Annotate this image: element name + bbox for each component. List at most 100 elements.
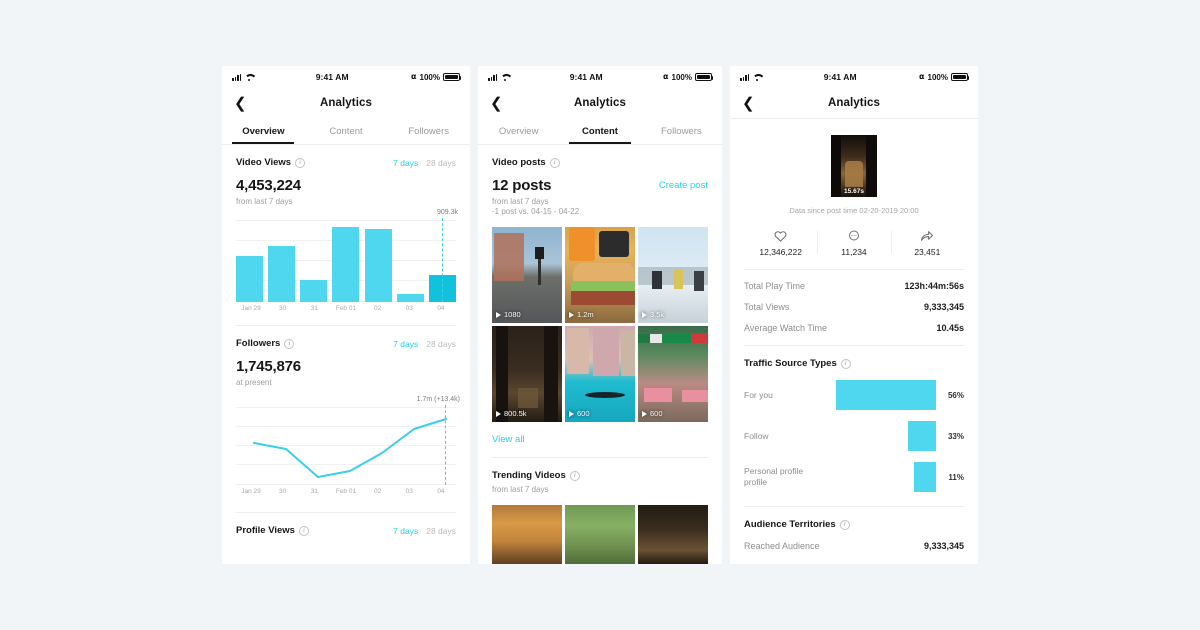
- trending-videos-title-group: Trending Videos i: [492, 470, 580, 481]
- profile-views-header: Profile Views i 7 days 28 days: [236, 513, 456, 536]
- audience-territories-title-group: Audience Territories i: [744, 519, 850, 530]
- x-tick-6: 04: [437, 305, 445, 312]
- range-28-days[interactable]: 28 days: [426, 339, 456, 349]
- trending-videos-grid: [492, 505, 708, 564]
- video-thumbnail[interactable]: 600: [638, 326, 708, 422]
- stat-value: 10.45s: [936, 323, 964, 333]
- x-tick-0: Jan 29: [241, 305, 261, 312]
- traffic-track: [816, 421, 936, 451]
- video-views-section: Video Views i 7 days 28 days 4,453,224 f…: [222, 145, 470, 327]
- x-tick-0: Jan 29: [241, 488, 261, 496]
- status-time: 9:41 AM: [823, 72, 857, 82]
- video-thumbnail[interactable]: 600: [565, 326, 635, 422]
- traffic-percent: 33%: [947, 431, 964, 441]
- engagement-comments[interactable]: 11,234: [817, 229, 890, 257]
- video-view-count: 3.5k: [650, 310, 665, 319]
- bar-03[interactable]: [396, 294, 424, 302]
- bar-02[interactable]: [364, 229, 392, 302]
- profile-views-title: Profile Views: [236, 525, 295, 537]
- trending-thumbnail[interactable]: [565, 505, 635, 564]
- traffic-row: Follow 33%: [744, 421, 964, 451]
- tab-followers[interactable]: Followers: [641, 118, 722, 144]
- tab-content[interactable]: Content: [559, 118, 640, 144]
- trending-videos-title: Trending Videos: [492, 470, 566, 481]
- post-thumbnail[interactable]: 15.67s: [831, 135, 877, 197]
- info-icon[interactable]: i: [284, 338, 295, 349]
- heart-icon: [744, 229, 817, 243]
- create-post-button[interactable]: Create post: [659, 180, 708, 191]
- range-7-days[interactable]: 7 days: [393, 158, 418, 168]
- cellular-signal-icon: [232, 73, 242, 81]
- tab-followers[interactable]: Followers: [387, 118, 470, 144]
- video-view-count-wrap: 800.5k: [496, 409, 527, 418]
- nav-bar: ❮ Analytics: [478, 88, 722, 118]
- video-views-value: 4,453,224: [236, 177, 301, 194]
- tab-content[interactable]: Content: [305, 118, 388, 144]
- tab-overview[interactable]: Overview: [478, 118, 559, 144]
- info-icon[interactable]: i: [840, 358, 851, 369]
- engagement-likes[interactable]: 12,346,222: [744, 229, 817, 257]
- video-grid: 1080 1.2m 3.5k 800.5k 600 600: [492, 227, 708, 422]
- info-icon[interactable]: i: [569, 470, 580, 481]
- range-28-days[interactable]: 28 days: [426, 526, 456, 536]
- status-right: ⍺ 100%: [919, 73, 970, 82]
- engagement-section: 12,346,222 11,234 23,451 Total Play Time…: [730, 229, 978, 551]
- video-views-bar-chart: 909.3k: [236, 209, 458, 302]
- profile-views-section: Profile Views i 7 days 28 days: [222, 513, 470, 536]
- profile-views-range-toggle: 7 days 28 days: [393, 526, 456, 536]
- play-icon: [642, 410, 647, 417]
- play-icon: [569, 311, 574, 318]
- post-duration: 15.67s: [844, 188, 864, 195]
- video-posts-count-row: 12 posts Create post: [492, 177, 708, 194]
- video-thumbnail[interactable]: 800.5k: [492, 326, 562, 422]
- video-thumbnail[interactable]: 1.2m: [565, 227, 635, 323]
- cellular-signal-icon: [488, 73, 498, 81]
- x-tick-4: 02: [374, 488, 382, 496]
- info-icon[interactable]: i: [298, 525, 309, 536]
- video-posts-count: 12 posts: [492, 177, 552, 194]
- trending-thumbnail[interactable]: [492, 505, 562, 564]
- followers-value: 1,745,876: [236, 358, 301, 376]
- cellular-signal-icon: [740, 73, 750, 81]
- play-icon: [642, 311, 647, 318]
- video-thumbnail[interactable]: 3.5k: [638, 227, 708, 323]
- battery-icon: [950, 73, 970, 81]
- bar-jan29[interactable]: [236, 256, 263, 302]
- x-tick-4: 02: [374, 305, 382, 312]
- engagement-shares[interactable]: 23,451: [890, 229, 964, 257]
- video-thumbnail[interactable]: 1080: [492, 227, 562, 323]
- x-tick-3: Feb 01: [335, 488, 357, 496]
- traffic-row: For you 56%: [744, 380, 964, 410]
- status-left: [232, 73, 253, 81]
- info-icon[interactable]: i: [839, 519, 850, 530]
- tab-overview[interactable]: Overview: [222, 118, 305, 144]
- bar-30[interactable]: [268, 246, 296, 302]
- video-view-count-wrap: 3.5k: [642, 310, 664, 319]
- range-7-days[interactable]: 7 days: [393, 339, 418, 349]
- status-right: ⍺ 100%: [411, 73, 462, 82]
- traffic-bar[interactable]: [914, 462, 936, 492]
- status-right: ⍺ 100%: [663, 73, 714, 82]
- bar-feb01[interactable]: [332, 227, 360, 302]
- traffic-percent: 56%: [947, 390, 964, 400]
- video-posts-title-group: Video posts i: [492, 157, 560, 168]
- traffic-bar[interactable]: [836, 380, 936, 410]
- range-28-days[interactable]: 28 days: [426, 158, 456, 168]
- tab-bar: Overview Content Followers: [222, 118, 470, 145]
- traffic-bar[interactable]: [908, 421, 936, 451]
- stat-value: 9,333,345: [923, 302, 964, 312]
- view-all-link[interactable]: View all: [492, 434, 708, 445]
- followers-line-chart: 1.7m (+13.4k): [236, 396, 460, 486]
- video-views-header: Video Views i 7 days 28 days: [236, 145, 456, 168]
- line-chart-peak-label: 1.7m (+13.4k): [416, 396, 460, 404]
- trending-thumbnail[interactable]: [638, 505, 708, 564]
- status-time: 9:41 AM: [569, 72, 603, 82]
- info-icon[interactable]: i: [295, 157, 306, 168]
- followers-title-group: Followers i: [236, 338, 295, 349]
- bar-31[interactable]: [300, 280, 328, 302]
- likes-count: 12,346,222: [759, 247, 802, 257]
- traffic-percent: 11%: [948, 472, 964, 482]
- video-posts-header: Video posts i: [492, 145, 708, 168]
- range-7-days[interactable]: 7 days: [393, 526, 418, 536]
- info-icon[interactable]: i: [549, 157, 560, 168]
